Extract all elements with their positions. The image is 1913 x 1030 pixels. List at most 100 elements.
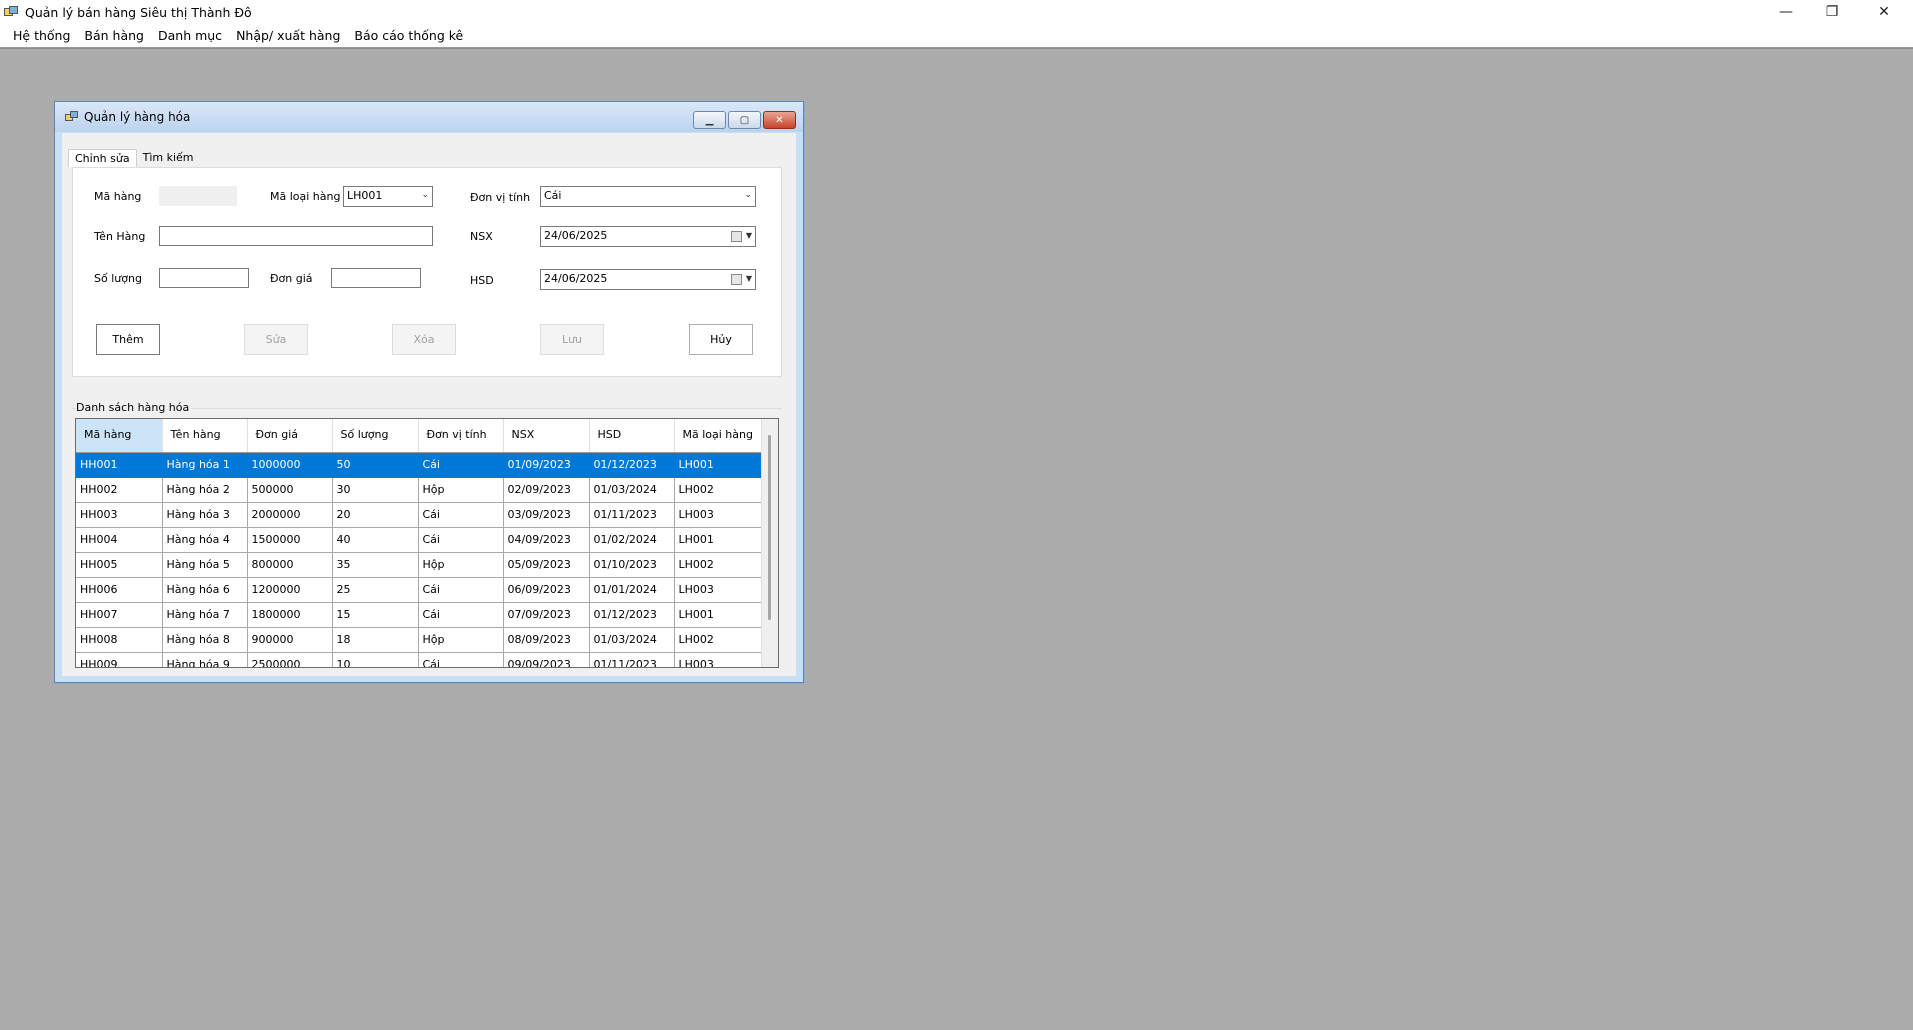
table-cell[interactable]: Cái: [418, 577, 504, 603]
table-cell[interactable]: 20: [332, 502, 419, 528]
table-cell[interactable]: 01/12/2023: [589, 602, 675, 628]
table-cell[interactable]: Hộp: [418, 477, 504, 503]
table-cell[interactable]: 25: [332, 577, 419, 603]
table-cell[interactable]: Hàng hóa 5: [162, 552, 248, 578]
column-header-so-luong[interactable]: Số lượng: [332, 419, 419, 453]
table-cell[interactable]: Cái: [418, 527, 504, 553]
child-close-button[interactable]: ✕: [763, 111, 796, 129]
column-header-ma-hang[interactable]: Mã hàng: [76, 419, 163, 453]
child-titlebar[interactable]: Quản lý hàng hóa ▁ ▢ ✕: [55, 102, 803, 132]
table-cell[interactable]: 1500000: [247, 527, 333, 553]
add-button[interactable]: Thêm: [96, 324, 160, 355]
table-cell[interactable]: 05/09/2023: [503, 552, 590, 578]
table-cell[interactable]: HH008: [76, 627, 163, 653]
table-cell[interactable]: 18: [332, 627, 419, 653]
table-row[interactable]: HH002 Hàng hóa 2 500000 30 Hộp 02/09/202…: [76, 477, 763, 503]
table-cell[interactable]: HH005: [76, 552, 163, 578]
table-cell[interactable]: 40: [332, 527, 419, 553]
table-cell[interactable]: Cái: [418, 602, 504, 628]
table-cell[interactable]: 1200000: [247, 577, 333, 603]
table-row[interactable]: HH008 Hàng hóa 8 900000 18 Hộp 08/09/202…: [76, 627, 763, 653]
table-cell[interactable]: 01/10/2023: [589, 552, 675, 578]
table-row[interactable]: HH003 Hàng hóa 3 2000000 20 Cái 03/09/20…: [76, 502, 763, 528]
table-cell[interactable]: 06/09/2023: [503, 577, 590, 603]
menu-danh-muc[interactable]: Danh mục: [151, 25, 229, 47]
edit-button[interactable]: Sửa: [244, 324, 308, 355]
table-cell[interactable]: HH006: [76, 577, 163, 603]
table-cell[interactable]: 15: [332, 602, 419, 628]
table-cell[interactable]: HH004: [76, 527, 163, 553]
table-cell[interactable]: 02/09/2023: [503, 477, 590, 503]
close-button[interactable]: ✕: [1855, 0, 1913, 24]
column-header-ten-hang[interactable]: Tên hàng: [162, 419, 248, 453]
nsx-date-picker[interactable]: 24/06/2025 ▼: [540, 226, 756, 247]
column-header-don-vi-tinh[interactable]: Đơn vị tính: [418, 419, 504, 453]
table-cell[interactable]: 2000000: [247, 502, 333, 528]
table-cell[interactable]: HH007: [76, 602, 163, 628]
child-restore-button[interactable]: ▢: [728, 111, 761, 129]
table-cell[interactable]: LH002: [674, 627, 763, 653]
restore-button[interactable]: ❐: [1809, 0, 1855, 24]
table-cell[interactable]: 10: [332, 652, 419, 667]
table-cell[interactable]: Hàng hóa 4: [162, 527, 248, 553]
ma-hang-input[interactable]: [159, 186, 237, 206]
table-row[interactable]: HH001 Hàng hóa 1 1000000 50 Cái 01/09/20…: [76, 452, 763, 478]
don-vi-tinh-combo[interactable]: Cái ⌄: [540, 186, 756, 207]
table-cell[interactable]: Hộp: [418, 627, 504, 653]
table-cell[interactable]: Hàng hóa 7: [162, 602, 248, 628]
table-cell[interactable]: Hộp: [418, 552, 504, 578]
column-header-nsx[interactable]: NSX: [503, 419, 590, 453]
table-cell[interactable]: Hàng hóa 3: [162, 502, 248, 528]
table-cell[interactable]: HH002: [76, 477, 163, 503]
table-cell[interactable]: Hàng hóa 9: [162, 652, 248, 667]
table-cell[interactable]: Hàng hóa 1: [162, 452, 248, 478]
table-cell[interactable]: LH003: [674, 652, 763, 667]
table-cell[interactable]: 01/02/2024: [589, 527, 675, 553]
ten-hang-input[interactable]: [159, 226, 433, 246]
table-cell[interactable]: HH009: [76, 652, 163, 667]
so-luong-input[interactable]: [159, 268, 249, 288]
delete-button[interactable]: Xóa: [392, 324, 456, 355]
scrollbar-thumb[interactable]: [768, 435, 771, 620]
table-cell[interactable]: 01/09/2023: [503, 452, 590, 478]
table-row[interactable]: HH005 Hàng hóa 5 800000 35 Hộp 05/09/202…: [76, 552, 763, 578]
menu-ban-hang[interactable]: Bán hàng: [77, 25, 151, 47]
table-cell[interactable]: 500000: [247, 477, 333, 503]
table-cell[interactable]: LH001: [674, 452, 763, 478]
tab-chinh-sua[interactable]: Chỉnh sửa: [68, 149, 137, 167]
table-cell[interactable]: HH003: [76, 502, 163, 528]
table-cell[interactable]: 01/03/2024: [589, 477, 675, 503]
table-cell[interactable]: 04/09/2023: [503, 527, 590, 553]
menu-nhap-xuat-hang[interactable]: Nhập/ xuất hàng: [229, 25, 347, 47]
save-button[interactable]: Lưu: [540, 324, 604, 355]
table-cell[interactable]: LH001: [674, 602, 763, 628]
table-cell[interactable]: 1800000: [247, 602, 333, 628]
hsd-date-picker[interactable]: 24/06/2025 ▼: [540, 269, 756, 290]
table-cell[interactable]: 01/11/2023: [589, 502, 675, 528]
tab-tim-kiem[interactable]: Tìm kiếm: [137, 149, 200, 167]
table-cell[interactable]: 01/12/2023: [589, 452, 675, 478]
table-cell[interactable]: 900000: [247, 627, 333, 653]
column-header-ma-loai-hang[interactable]: Mã loại hàng: [674, 419, 763, 453]
grid-vertical-scrollbar[interactable]: [761, 419, 778, 667]
table-cell[interactable]: Hàng hóa 2: [162, 477, 248, 503]
child-minimize-button[interactable]: ▁: [693, 111, 726, 129]
table-cell[interactable]: 08/09/2023: [503, 627, 590, 653]
table-row[interactable]: HH009 Hàng hóa 9 2500000 10 Cái 09/09/20…: [76, 652, 763, 667]
table-cell[interactable]: 09/09/2023: [503, 652, 590, 667]
table-cell[interactable]: 07/09/2023: [503, 602, 590, 628]
table-cell[interactable]: 2500000: [247, 652, 333, 667]
table-cell[interactable]: Cái: [418, 652, 504, 667]
table-cell[interactable]: LH003: [674, 502, 763, 528]
table-cell[interactable]: Cái: [418, 502, 504, 528]
table-cell[interactable]: 01/01/2024: [589, 577, 675, 603]
table-cell[interactable]: LH003: [674, 577, 763, 603]
table-cell[interactable]: Cái: [418, 452, 504, 478]
table-row[interactable]: HH006 Hàng hóa 6 1200000 25 Cái 06/09/20…: [76, 577, 763, 603]
table-row[interactable]: HH004 Hàng hóa 4 1500000 40 Cái 04/09/20…: [76, 527, 763, 553]
product-grid[interactable]: Mã hàng Tên hàng Đơn giá Số lượng Đơn vị…: [75, 418, 779, 668]
minimize-button[interactable]: —: [1763, 0, 1809, 24]
table-cell[interactable]: Hàng hóa 8: [162, 627, 248, 653]
table-cell[interactable]: 30: [332, 477, 419, 503]
table-cell[interactable]: Hàng hóa 6: [162, 577, 248, 603]
